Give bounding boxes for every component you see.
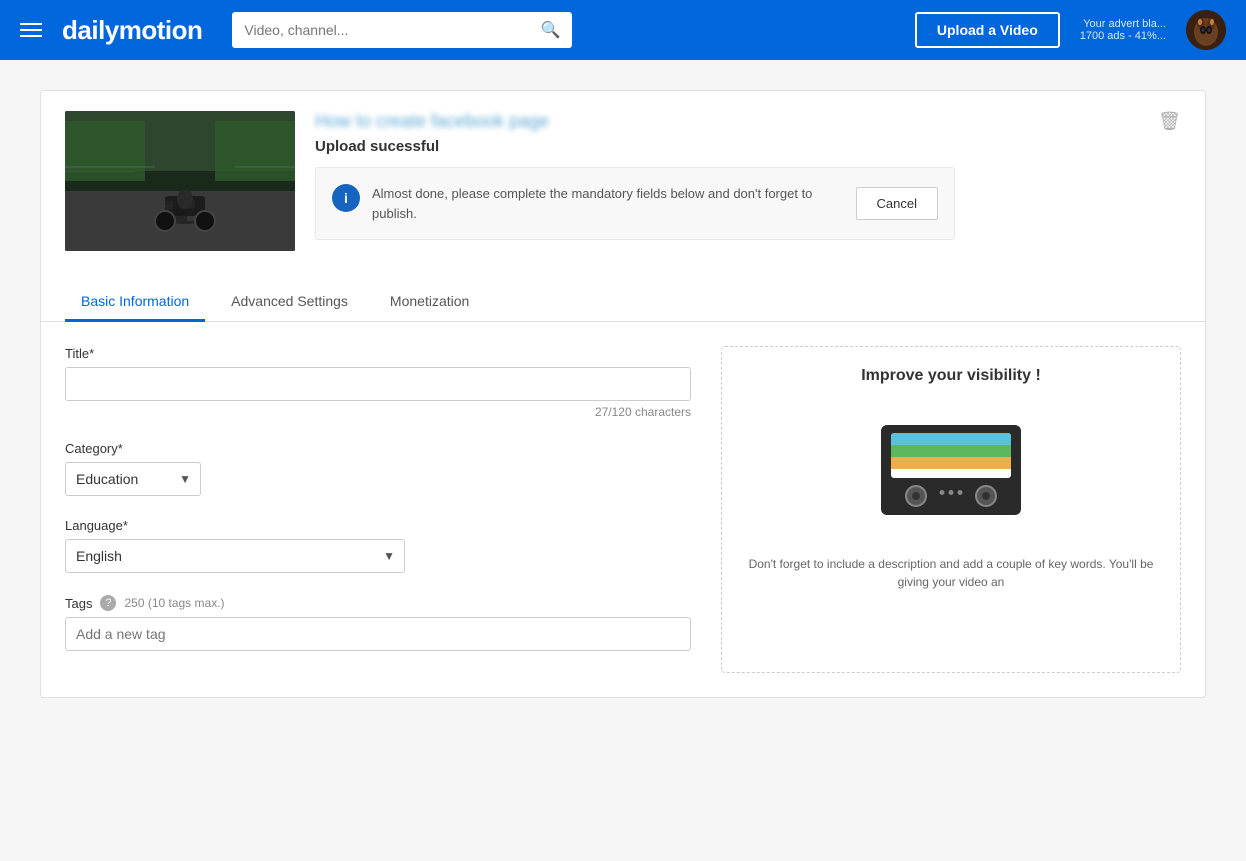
tags-group: Tags ? 250 (10 tags max.) [65, 595, 691, 651]
video-thumbnail [65, 111, 295, 251]
title-input[interactable] [65, 367, 691, 401]
video-title-blurred: How to create facebook page [315, 111, 1181, 132]
search-button[interactable]: 🔍 [528, 12, 572, 48]
user-info: Your advert bla... 1700 ads - 41%... [1080, 18, 1166, 42]
logo: dailymotion [62, 15, 202, 46]
category-group: Category* Education Entertainment News S… [65, 441, 691, 496]
info-message: Almost done, please complete the mandato… [372, 184, 834, 223]
info-icon: i [332, 184, 360, 212]
tab-advanced-settings[interactable]: Advanced Settings [215, 281, 364, 321]
visibility-panel: Improve your visibility ! [721, 346, 1181, 673]
tabs: Basic Information Advanced Settings Mone… [41, 281, 1205, 322]
user-line1: Your advert bla... [1083, 18, 1166, 30]
hamburger-menu-icon[interactable] [20, 23, 42, 37]
visibility-title: Improve your visibility ! [861, 367, 1041, 385]
avatar[interactable] [1186, 10, 1226, 50]
category-label: Category* [65, 441, 691, 456]
search-input[interactable] [232, 14, 528, 46]
tags-help-icon[interactable]: ? [100, 595, 116, 611]
language-group: Language* English French Spanish German … [65, 518, 691, 573]
tags-row: Tags ? 250 (10 tags max.) [65, 595, 691, 611]
tab-basic-information[interactable]: Basic Information [65, 281, 205, 321]
language-label: Language* [65, 518, 691, 533]
category-select-wrapper: Education Entertainment News Sports Musi… [65, 462, 201, 496]
tag-input[interactable] [65, 617, 691, 651]
user-line2: 1700 ads - 41%... [1080, 30, 1166, 42]
cassette-illustration [881, 425, 1021, 525]
upload-section: How to create facebook page Upload suces… [41, 91, 1205, 271]
info-box: i Almost done, please complete the manda… [315, 167, 955, 240]
char-count: 27/120 characters [65, 405, 691, 419]
upload-info: How to create facebook page Upload suces… [315, 111, 1181, 240]
language-select[interactable]: English French Spanish German Italian [65, 539, 405, 573]
category-select[interactable]: Education Entertainment News Sports Musi… [65, 462, 201, 496]
upload-card: How to create facebook page Upload suces… [40, 90, 1206, 698]
language-select-wrapper: English French Spanish German Italian ▼ [65, 539, 405, 573]
tags-count: 250 (10 tags max.) [124, 596, 224, 610]
tab-monetization[interactable]: Monetization [374, 281, 485, 321]
form-section: Title* 27/120 characters Category* Educa… [41, 322, 1205, 697]
visibility-description: Don't forget to include a description an… [742, 555, 1160, 591]
tags-label: Tags [65, 596, 92, 611]
upload-status: Upload sucessful [315, 138, 1181, 155]
search-bar: 🔍 [232, 12, 572, 48]
title-label: Title* [65, 346, 691, 361]
cancel-button[interactable]: Cancel [856, 187, 938, 220]
title-group: Title* 27/120 characters [65, 346, 691, 419]
upload-video-button[interactable]: Upload a Video [915, 12, 1060, 48]
delete-icon[interactable]: 🗑 [1158, 111, 1181, 132]
form-left: Title* 27/120 characters Category* Educa… [65, 346, 691, 673]
header: dailymotion 🔍 Upload a Video Your advert… [0, 0, 1246, 60]
main-content: How to create facebook page Upload suces… [0, 60, 1246, 728]
